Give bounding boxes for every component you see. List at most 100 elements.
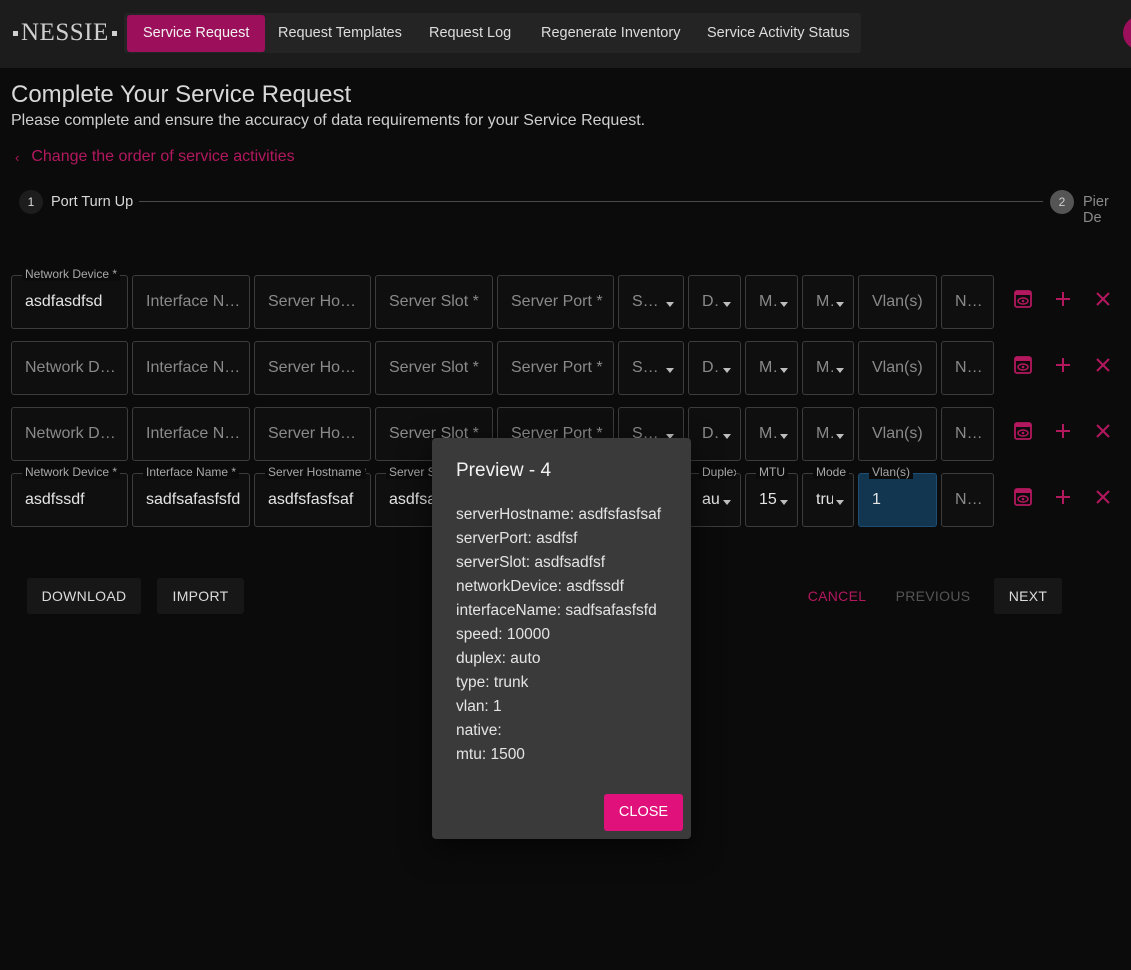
field-placeholder: Server Slot * [389, 293, 479, 310]
previous-button[interactable]: PREVIOUS [889, 578, 977, 614]
step-2-label[interactable]: Pier De [1083, 194, 1131, 226]
nav-service-activity-status[interactable]: Service Activity Status [691, 15, 866, 52]
field-value: asdfsfasfsaf [268, 491, 354, 508]
server-hostname-field[interactable]: Server Hostname * [254, 341, 371, 395]
vlans-field[interactable]: Vlan(s) [858, 275, 937, 329]
step-1-label[interactable]: Port Turn Up [51, 194, 133, 210]
logo-text: NESSIE [21, 19, 109, 46]
interface-name-field[interactable]: Interface Name * [132, 341, 250, 395]
preview-line: interfaceName: sadfsafasfsfd [456, 602, 657, 619]
field-value: trunk [816, 491, 833, 508]
field-label: Network Device * [22, 267, 121, 281]
mode-select[interactable]: Mode [802, 407, 854, 461]
server-hostname-field[interactable]: Server Hostname * asdfsfasfsaf [254, 465, 371, 527]
duplex-select[interactable]: Duplex [688, 407, 741, 461]
field-placeholder: Vlan(s) [872, 293, 923, 310]
user-avatar[interactable] [1123, 16, 1131, 50]
vlans-field[interactable]: Vlan(s) [858, 341, 937, 395]
mode-select[interactable]: Mode [802, 275, 854, 329]
dropdown-arrow-icon [836, 500, 844, 505]
nav-request-templates[interactable]: Request Templates [262, 15, 418, 52]
field-placeholder: Interface Name * [146, 359, 241, 376]
field-value: sadfsafasfsfd [146, 491, 241, 508]
network-device-field[interactable]: Network Device * [11, 407, 128, 461]
server-hostname-field[interactable]: Server Hostname * [254, 407, 371, 461]
preview-icon[interactable] [1011, 419, 1035, 443]
field-placeholder: Mode [816, 293, 833, 310]
close-icon[interactable] [1091, 287, 1115, 311]
close-icon[interactable] [1091, 353, 1115, 377]
mtu-select[interactable]: MTU 1500 [745, 465, 798, 527]
field-placeholder: Vlan(s) [872, 359, 923, 376]
duplex-select[interactable]: Duplex auto [688, 465, 741, 527]
close-icon[interactable] [1091, 419, 1115, 443]
server-port-field[interactable]: Server Port * [497, 275, 614, 329]
preview-icon[interactable] [1011, 287, 1035, 311]
add-icon[interactable] [1051, 353, 1075, 377]
nav-regenerate-inventory[interactable]: Regenerate Inventory [525, 15, 696, 52]
step-1-number[interactable]: 1 [19, 190, 43, 214]
field-placeholder: Native [955, 359, 985, 376]
native-field[interactable]: Native [941, 341, 994, 395]
field-placeholder: Server Hostname * [268, 359, 362, 376]
dropdown-arrow-icon [780, 434, 788, 439]
native-field[interactable]: Native [941, 275, 994, 329]
add-icon[interactable] [1051, 485, 1075, 509]
dropdown-arrow-icon [780, 368, 788, 373]
server-hostname-field[interactable]: Server Hostname * [254, 275, 371, 329]
vlans-field[interactable]: Vlan(s) [858, 407, 937, 461]
network-device-field[interactable]: Network Device * asdfasdfsd [11, 267, 128, 329]
dropdown-arrow-icon [666, 302, 674, 307]
duplex-select[interactable]: Duplex [688, 341, 741, 395]
nav-service-request[interactable]: Service Request [127, 15, 266, 52]
preview-icon[interactable] [1011, 353, 1035, 377]
app-logo[interactable]: NESSIE [10, 19, 120, 47]
cancel-button[interactable]: CANCEL [801, 578, 873, 614]
preview-line: serverSlot: asdfsadfsf [456, 554, 606, 571]
native-field[interactable]: Native [941, 407, 994, 461]
download-button[interactable]: DOWNLOAD [27, 578, 141, 614]
change-order-link[interactable]: ‹ Change the order of service activities [15, 148, 295, 166]
dropdown-arrow-icon [836, 368, 844, 373]
field-value: 1500 [759, 491, 777, 508]
server-slot-field[interactable]: Server Slot * [375, 275, 493, 329]
preview-icon[interactable] [1011, 485, 1035, 509]
network-device-field[interactable]: Network Device * [11, 341, 128, 395]
field-placeholder: Network Device * [25, 425, 119, 442]
interface-name-field[interactable]: Interface Name * [132, 275, 250, 329]
preview-line: vlan: 1 [456, 698, 502, 715]
nav-request-log[interactable]: Request Log [413, 15, 527, 52]
duplex-select[interactable]: Duplex [688, 275, 741, 329]
server-slot-field[interactable]: Server Slot * [375, 341, 493, 395]
next-button[interactable]: NEXT [994, 578, 1062, 614]
mode-select[interactable]: Mode [802, 341, 854, 395]
field-label: Mode [813, 465, 849, 479]
field-placeholder: Interface Name * [146, 425, 241, 442]
vlans-field[interactable]: Vlan(s) 1 [858, 465, 937, 527]
field-placeholder: Server Hostname * [268, 293, 362, 310]
close-icon[interactable] [1091, 485, 1115, 509]
mtu-select[interactable]: MTU [745, 407, 798, 461]
server-port-field[interactable]: Server Port * [497, 341, 614, 395]
field-placeholder: Interface Name * [146, 293, 241, 310]
speed-select[interactable]: Speed [618, 275, 684, 329]
speed-select[interactable]: Speed [618, 341, 684, 395]
mtu-select[interactable]: MTU [745, 341, 798, 395]
field-placeholder: Server Hostname * [268, 425, 362, 442]
step-2-number[interactable]: 2 [1050, 190, 1074, 214]
import-button[interactable]: IMPORT [157, 578, 244, 614]
interface-name-field[interactable]: Interface Name * [132, 407, 250, 461]
dropdown-arrow-icon [723, 302, 731, 307]
native-field[interactable]: Native [941, 473, 994, 527]
dropdown-arrow-icon [723, 500, 731, 505]
network-device-field[interactable]: Network Device * asdfssdf [11, 465, 128, 527]
field-placeholder: Server Port * [511, 293, 603, 310]
interface-name-field[interactable]: Interface Name * sadfsafasfsfd [132, 465, 250, 527]
mtu-select[interactable]: MTU [745, 275, 798, 329]
add-icon[interactable] [1051, 287, 1075, 311]
field-label: Vlan(s) [869, 465, 914, 479]
stepper-connector [139, 201, 1043, 202]
close-button[interactable]: CLOSE [604, 794, 683, 831]
mode-select[interactable]: Mode trunk [802, 465, 854, 527]
add-icon[interactable] [1051, 419, 1075, 443]
